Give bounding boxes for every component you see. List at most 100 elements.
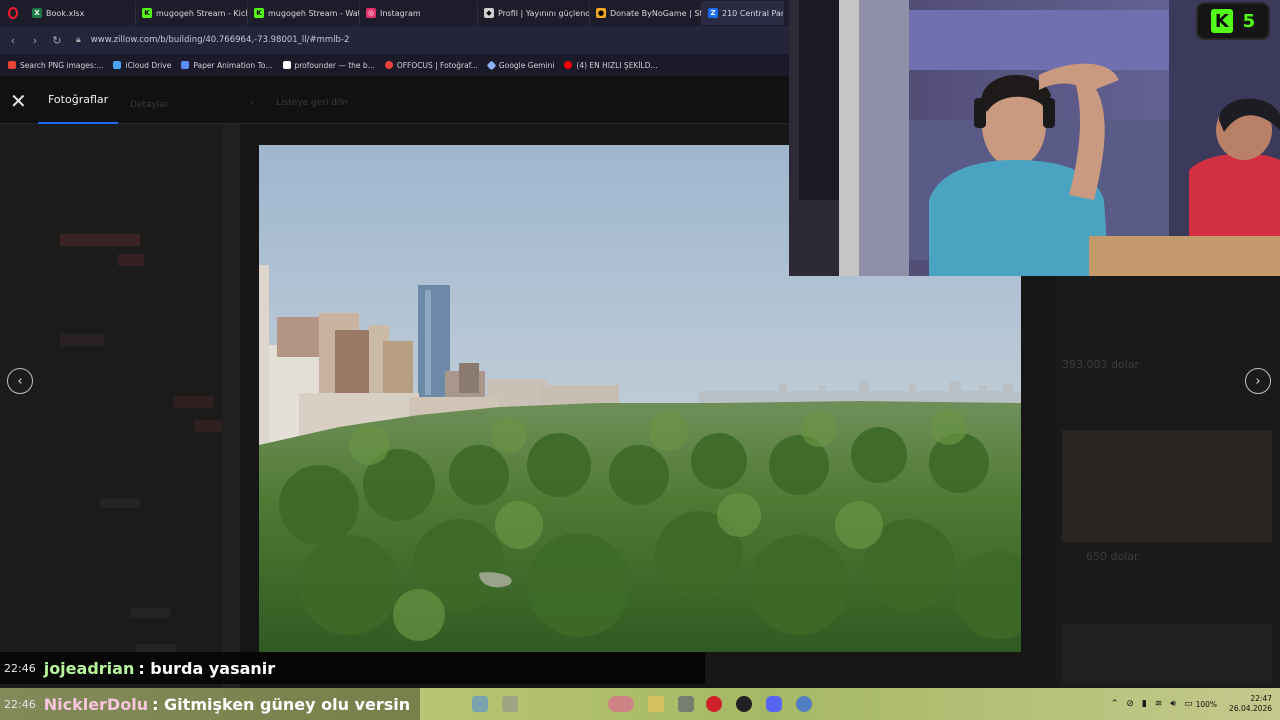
dimmed-listing-sidebar: [0, 124, 222, 688]
cloud-icon: [113, 61, 122, 69]
next-photo-arrow-icon[interactable]: ›: [1245, 368, 1271, 394]
chat-message-2: 22:46 NicklerDolu : Gitmişken güney olu …: [0, 688, 420, 720]
bookmark-offocus[interactable]: OFFOCUS | Fotoğraf...: [384, 60, 478, 70]
webcam-feed-image: [789, 0, 1280, 276]
ghost-badge: [130, 608, 170, 618]
ghost-badge: [174, 396, 214, 408]
bookmark-favicon-icon: [8, 61, 16, 69]
ghost-tab-label: Detaylar: [130, 100, 169, 110]
taskbar-app-icon[interactable]: [678, 696, 694, 712]
tab-kick-dashboard[interactable]: K mugogeh Stream - Kick D: [136, 1, 248, 25]
kick-viewer-count: 5: [1242, 10, 1256, 32]
tab-label: Profil | Yayınını güçlendir: [498, 8, 590, 18]
network-icon[interactable]: ⊘: [1126, 699, 1134, 709]
kick-icon: K: [254, 8, 264, 18]
url-text: www.zillow.com/b/building/40.766964,-73.…: [90, 35, 350, 45]
chat-timestamp: 22:46: [4, 661, 36, 675]
ghost-listing-photo: [1062, 430, 1272, 542]
clock-time: 22:47: [1250, 694, 1272, 703]
chat-username: NicklerDolu: [43, 694, 149, 714]
taskbar-app-icon[interactable]: [796, 696, 812, 712]
discord-taskbar-icon[interactable]: [766, 696, 782, 712]
system-tray: ⌃ ⊘ ▮ ≋ 🔊︎ ▭ 100% 22:47 26.04.2026: [1111, 688, 1272, 720]
bookmark-favicon-icon: [282, 61, 291, 69]
volume-icon[interactable]: 🔊︎: [1170, 699, 1176, 709]
instagram-icon: ◎: [366, 8, 376, 18]
forward-arrow-icon[interactable]: ›: [24, 29, 46, 51]
kick-viewer-badge: K 5: [1196, 2, 1270, 40]
tab-label: 210 Central Park S: [722, 8, 784, 18]
dimmed-divider: [222, 124, 240, 688]
opera-logo-icon[interactable]: [0, 0, 26, 26]
youtube-icon: [564, 61, 573, 69]
tab-zillow-active[interactable]: Z 210 Central Park S: [702, 1, 784, 25]
chat-text: : Gitmişken güney olu versin: [152, 694, 411, 714]
bookmark-favicon-icon: [181, 61, 190, 69]
chat-message-1: 22:46 jojeadrian : burda yasanir: [0, 652, 705, 684]
taskbar-app-icon[interactable]: [608, 696, 634, 712]
taskbar-app-icon[interactable]: [502, 696, 518, 712]
ghost-badge: [194, 420, 222, 432]
bookmark-label: OFFOCUS | Fotoğraf...: [396, 60, 478, 70]
close-gallery-icon[interactable]: ✕: [10, 91, 28, 111]
bookmark-label: Paper Animation To...: [193, 60, 273, 70]
tab-kick-watch[interactable]: K mugogeh Stream - Watch: [248, 1, 360, 25]
chat-timestamp: 22:46: [4, 697, 36, 711]
tab-book-xlsx[interactable]: X Book.xlsx: [26, 1, 136, 25]
bookmark-paper-animation[interactable]: Paper Animation To...: [181, 60, 273, 70]
tab-photos[interactable]: Fotoğraflar: [38, 76, 119, 124]
streamer-webcam-overlay: [789, 0, 1280, 276]
tab-label: Donate ByNoGame | Stre: [610, 8, 702, 18]
excel-icon: X: [32, 8, 42, 18]
ghost-back-arrow-icon: ‹: [250, 96, 255, 109]
previous-photo-arrow-icon[interactable]: ‹: [7, 368, 33, 394]
obs-taskbar-icon[interactable]: [736, 696, 752, 712]
battery-icon[interactable]: ▭: [1184, 699, 1193, 709]
bookmark-favicon-icon: [384, 61, 393, 69]
bynogame-icon: ●: [596, 8, 606, 18]
ghost-price-1: 393.003 dolar: [1062, 358, 1140, 371]
tab-label: Instagram: [380, 8, 421, 18]
chat-text: : burda yasanir: [138, 658, 276, 678]
ghost-badge: [60, 334, 104, 346]
tab-label: mugogeh Stream - Kick D: [156, 8, 247, 18]
bookmark-profounder[interactable]: profounder — the b...: [282, 60, 375, 70]
screen: X Book.xlsx K mugogeh Stream - Kick D K …: [0, 0, 1280, 720]
taskbar-app-icon[interactable]: [472, 696, 488, 712]
back-arrow-icon[interactable]: ‹: [2, 29, 24, 51]
bookmark-label: Search PNG images:...: [20, 60, 104, 70]
gemini-icon: [486, 60, 497, 70]
tab-bynogame-donate[interactable]: ● Donate ByNoGame | Stre: [590, 1, 702, 25]
bookmark-label: profounder — the b...: [294, 60, 375, 70]
tab-label: Book.xlsx: [46, 8, 85, 18]
ghost-badge: [118, 254, 144, 266]
taskbar-clock[interactable]: 22:47 26.04.2026: [1229, 694, 1272, 714]
ghost-price-2: 650 dolar: [1086, 550, 1139, 563]
reload-icon[interactable]: ↻: [46, 29, 68, 51]
bookmark-search-png[interactable]: Search PNG images:...: [8, 61, 103, 70]
tab-instagram[interactable]: ◎ Instagram: [360, 1, 478, 25]
show-hidden-icons-chevron-icon[interactable]: ⌃: [1111, 699, 1119, 709]
ghost-back-to-list: Listeye geri dön: [276, 98, 349, 108]
ghost-listing-photo: [1062, 624, 1272, 684]
tab-photos-label: Fotoğraflar: [48, 92, 109, 106]
bookmark-label: iCloud Drive: [125, 60, 172, 70]
kick-icon: K: [142, 8, 152, 18]
kick-logo-icon: K: [1210, 9, 1233, 33]
ghost-price-tag: [60, 234, 140, 246]
bookmark-youtube[interactable]: (4) EN HIZLI ŞEKİLD...: [564, 60, 658, 70]
tab-streamlabs-profile[interactable]: ◆ Profil | Yayınını güçlendir: [478, 1, 590, 25]
mic-icon[interactable]: ▮: [1142, 699, 1147, 709]
battery-percent: 100%: [1195, 699, 1218, 709]
file-explorer-icon[interactable]: [648, 696, 664, 712]
chat-username: jojeadrian: [43, 658, 135, 678]
url-field[interactable]: 🔒︎ www.zillow.com/b/building/40.766964,-…: [76, 30, 349, 50]
bookmark-label: Google Gemini: [498, 60, 555, 70]
opera-taskbar-icon[interactable]: [706, 696, 722, 712]
bookmark-label: (4) EN HIZLI ŞEKİLD...: [576, 60, 658, 70]
wifi-icon[interactable]: ≋: [1155, 699, 1163, 709]
dimmed-listing-cards: 393.003 dolar 650 dolar: [1056, 276, 1280, 688]
streamlabs-icon: ◆: [484, 8, 494, 18]
bookmark-google-gemini[interactable]: Google Gemini: [486, 60, 555, 70]
bookmark-icloud-drive[interactable]: iCloud Drive: [113, 61, 171, 70]
